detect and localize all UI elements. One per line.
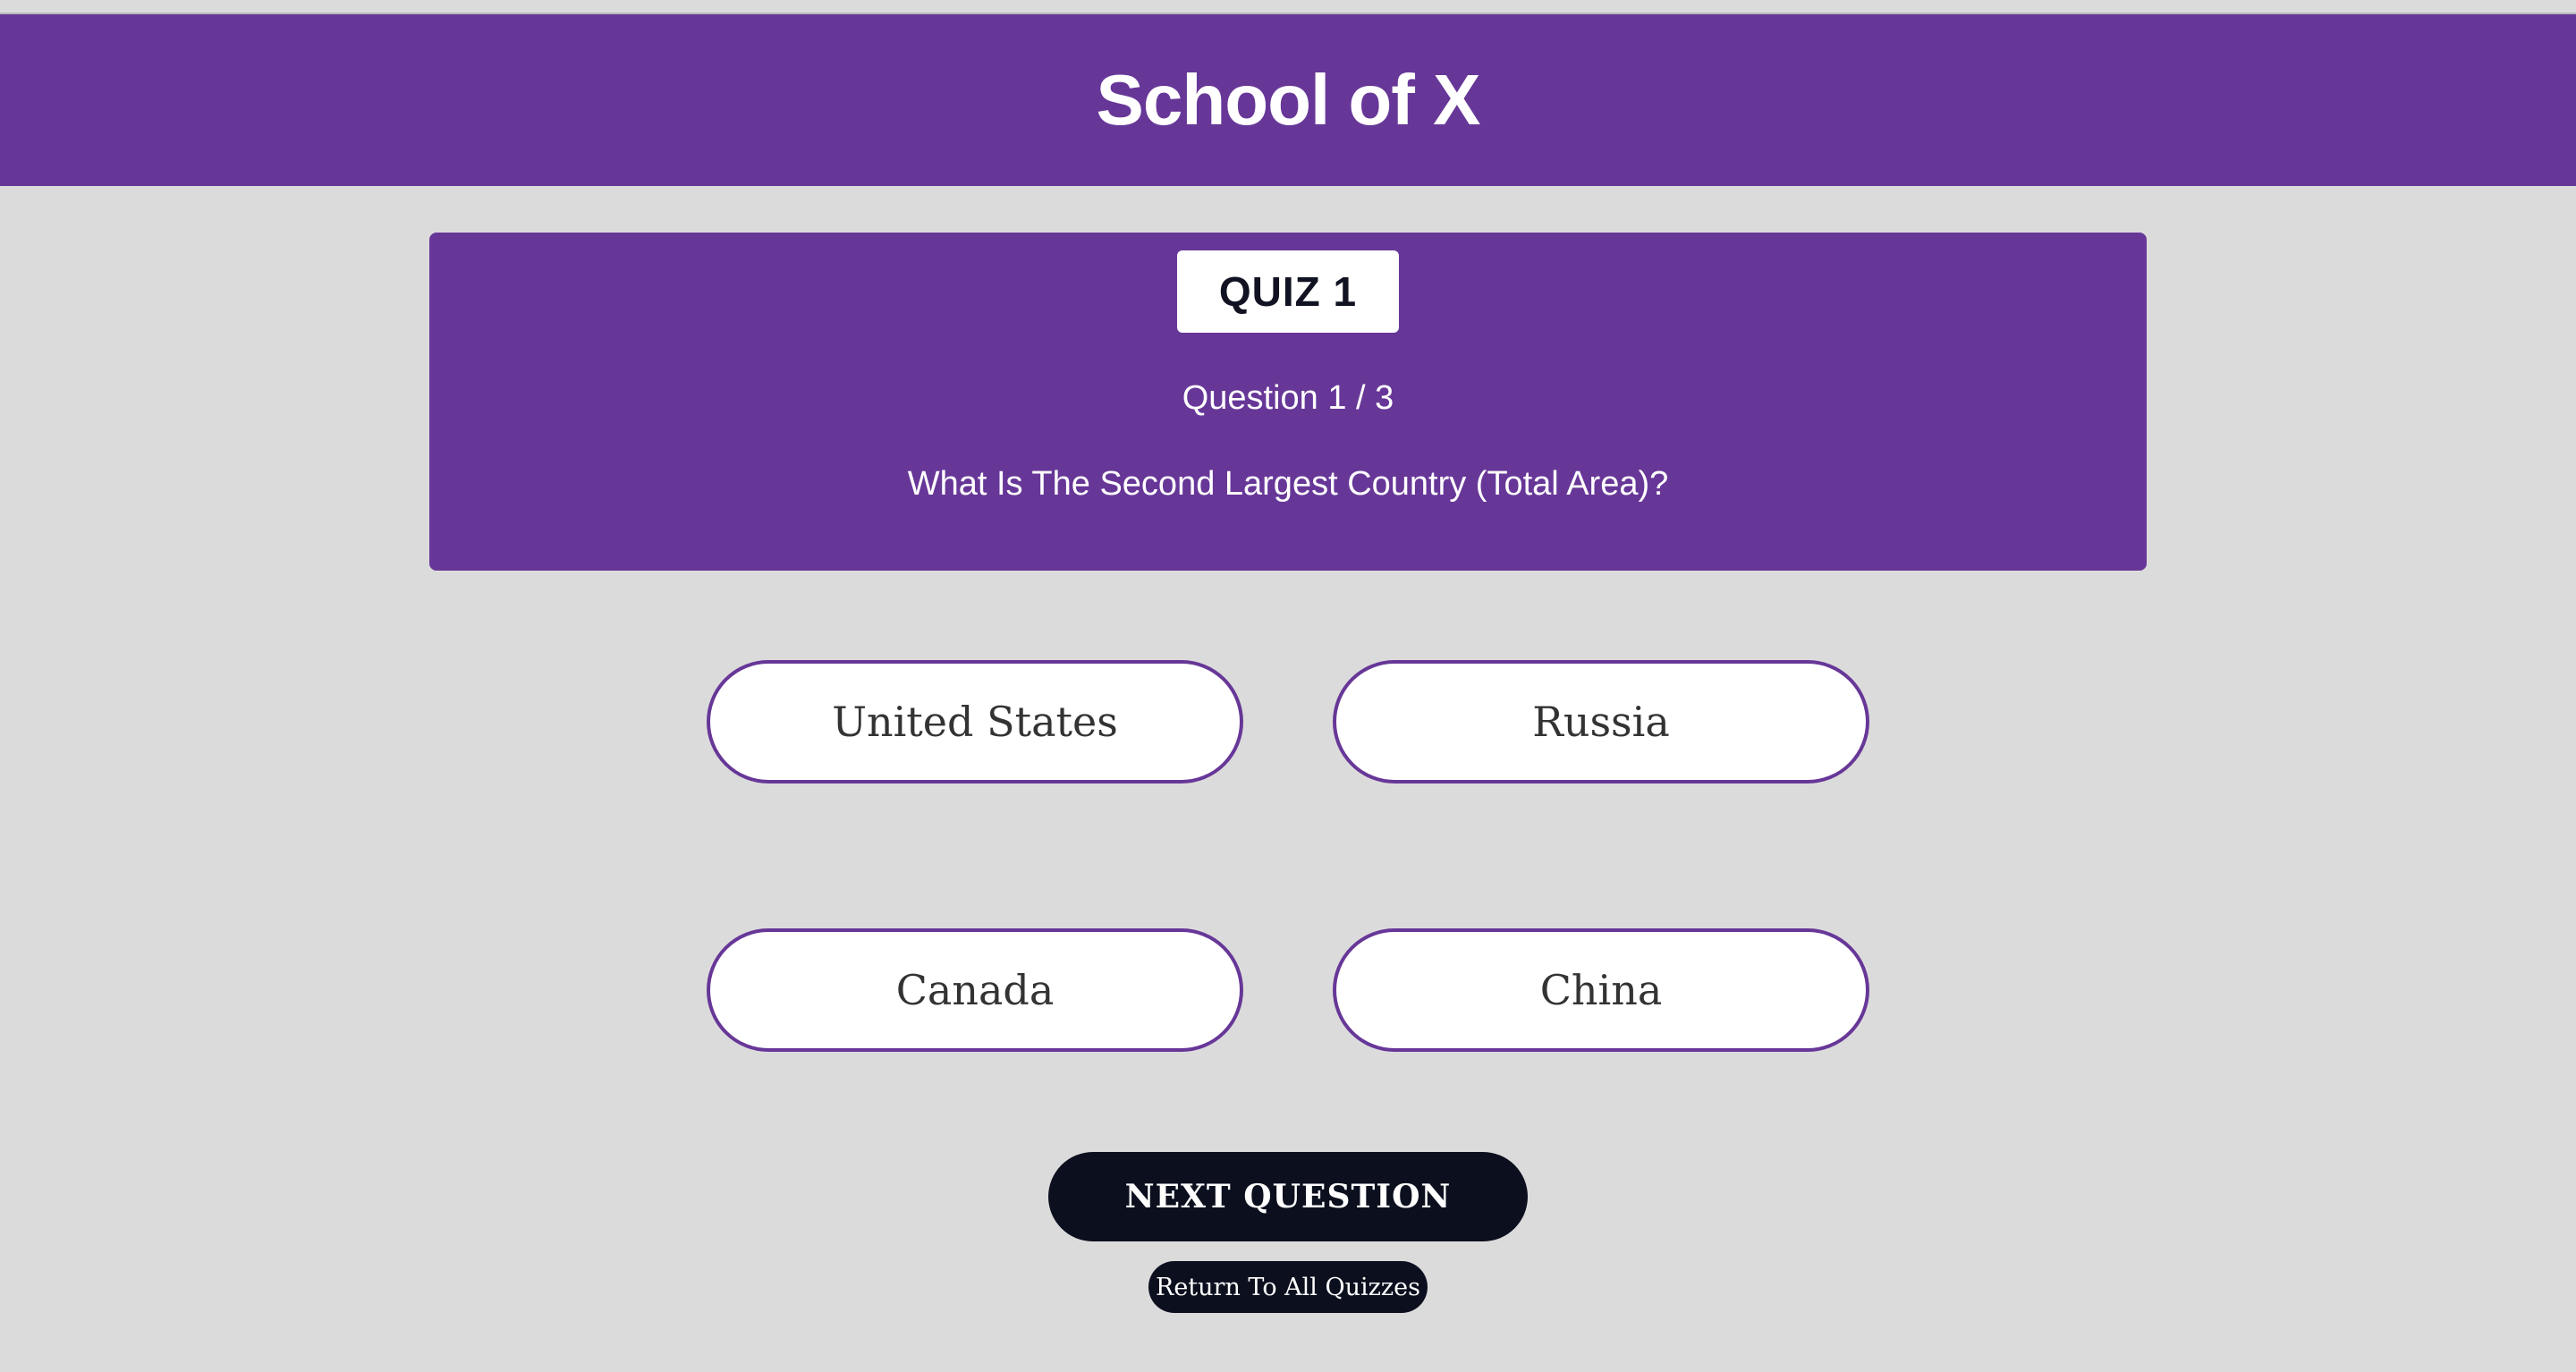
window-top-strip	[0, 0, 2576, 14]
question-counter: Question 1 / 3	[1182, 379, 1394, 417]
site-title: School of X	[1096, 60, 1481, 140]
question-text: What Is The Second Largest Country (Tota…	[907, 465, 1669, 503]
site-header: School of X	[0, 14, 2576, 186]
quiz-card: QUIZ 1 Question 1 / 3 What Is The Second…	[429, 233, 2147, 571]
answer-option-canada[interactable]: Canada	[707, 928, 1243, 1052]
next-question-button[interactable]: NEXT QUESTION	[1048, 1152, 1528, 1241]
return-to-all-quizzes-button[interactable]: Return To All Quizzes	[1148, 1261, 1428, 1313]
quiz-badge: QUIZ 1	[1177, 250, 1399, 333]
answer-option-united-states[interactable]: United States	[707, 660, 1243, 783]
answer-option-russia[interactable]: Russia	[1333, 660, 1869, 783]
answer-option-china[interactable]: China	[1333, 928, 1869, 1052]
